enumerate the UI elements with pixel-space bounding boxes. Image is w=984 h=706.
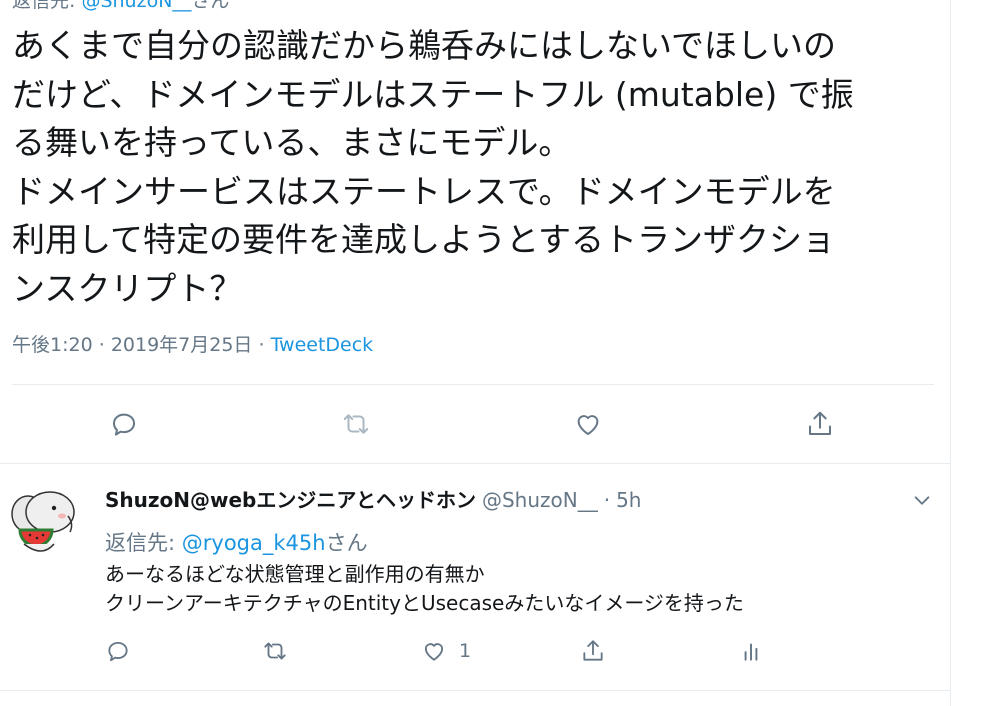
- like-button[interactable]: [568, 404, 608, 444]
- reply-handle-link[interactable]: @ryoga_k45h: [182, 531, 326, 555]
- tweet-actions: [0, 404, 950, 444]
- separator-dot: ·: [603, 488, 611, 512]
- author-handle[interactable]: @ShuzoN__: [482, 488, 598, 512]
- reply-button[interactable]: [104, 404, 144, 444]
- like-button[interactable]: 1: [421, 636, 471, 666]
- tweet-time[interactable]: 午後1:20: [12, 334, 93, 356]
- share-icon: [809, 411, 831, 435]
- retweet-button[interactable]: [262, 636, 288, 666]
- tweet-text: あくまで自分の認識だから鵜呑みにはしないでほしいの だけど、ドメインモデルはステ…: [12, 26, 854, 308]
- retweet-icon: [264, 642, 286, 660]
- reply-label: 返信先:: [12, 0, 76, 12]
- divider: [0, 463, 950, 464]
- reply-button[interactable]: [105, 636, 131, 666]
- tweet-source-link[interactable]: TweetDeck: [271, 334, 374, 356]
- author-name[interactable]: ShuzoN@webエンジニアとヘッドホン: [105, 488, 476, 512]
- like-icon: [424, 643, 444, 661]
- like-count: 1: [459, 640, 472, 662]
- timeline-column: 返信先: @ShuzoN__さん あくまで自分の認識だから鵜呑みにはしないでほし…: [0, 0, 951, 706]
- share-button[interactable]: [580, 636, 606, 666]
- retweet-icon: [343, 414, 369, 434]
- reply-handle-link[interactable]: @ShuzoN__: [81, 0, 191, 12]
- reply-tweet-text: あーなるほどな状態管理と副作用の有無か クリーンアーキテクチャのEntityとU…: [105, 562, 744, 615]
- avatar[interactable]: [10, 488, 76, 564]
- reply-context: 返信先: @ryoga_k45hさん: [105, 527, 368, 557]
- share-icon: [583, 640, 603, 661]
- reply-suffix: さん: [325, 531, 368, 555]
- reply-suffix: さん: [191, 0, 230, 12]
- reply-icon: [108, 641, 128, 662]
- divider: [0, 690, 950, 691]
- reply-label: 返信先:: [105, 531, 176, 555]
- divider: [12, 384, 934, 385]
- reply-icon: [113, 413, 135, 436]
- like-icon: [577, 415, 599, 435]
- tweet-time[interactable]: 5h: [616, 488, 641, 512]
- retweet-button[interactable]: [336, 404, 376, 444]
- analytics-icon: [744, 643, 758, 661]
- tweet-meta: 午後1:20 · 2019年7月25日 · TweetDeck: [12, 334, 374, 356]
- reply-context: 返信先: @ShuzoN__さん: [12, 0, 229, 13]
- analytics-button[interactable]: [738, 636, 764, 666]
- chevron-down-icon[interactable]: [908, 490, 936, 512]
- reply-tweet-header: ShuzoN@webエンジニアとヘッドホン @ShuzoN__ · 5h: [105, 484, 641, 513]
- share-button[interactable]: [800, 404, 840, 444]
- tweet-date[interactable]: 2019年7月25日: [111, 334, 253, 356]
